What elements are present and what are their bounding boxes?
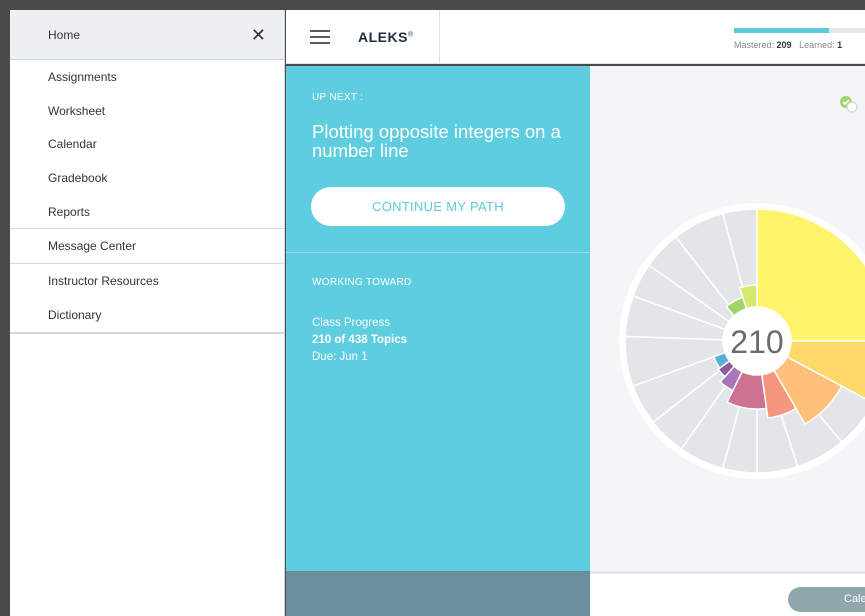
sidebar-item-gradebook[interactable]: Gradebook xyxy=(10,161,284,195)
hamburger-menu-icon[interactable] xyxy=(310,30,330,44)
learned-value: 1 xyxy=(837,40,843,50)
mastery-progress-bar xyxy=(734,28,865,33)
sidebar-item-reports[interactable]: Reports xyxy=(10,195,284,229)
panel-footer xyxy=(286,571,590,616)
sidebar: Home ✕ Assignments Worksheet Calendar Gr… xyxy=(10,10,285,616)
class-progress-label: Class Progress xyxy=(312,317,390,329)
learning-path-panel: UP NEXT : Plotting opposite integers on … xyxy=(286,66,590,571)
sidebar-item-instructor-resources[interactable]: Instructor Resources xyxy=(10,264,284,298)
sidebar-group-messages: Message Center xyxy=(10,229,284,265)
mastery-summary: Mastered: 209 Learned: 1 xyxy=(734,40,842,50)
pie-center-value: 210 xyxy=(730,324,783,360)
close-icon[interactable]: ✕ xyxy=(251,26,266,44)
mastered-value: 209 xyxy=(776,40,792,50)
continue-my-path-button[interactable]: CONTINUE MY PATH xyxy=(311,187,565,226)
aleks-logo: ALEKS® xyxy=(358,29,414,45)
sidebar-item-worksheet[interactable]: Worksheet xyxy=(10,94,284,128)
divider xyxy=(439,10,440,64)
top-bar: ALEKS® Mastered: 209 Learned: 1 xyxy=(286,10,865,64)
sidebar-group-main: Assignments Worksheet Calendar Gradebook… xyxy=(10,60,284,230)
mastery-progress-fill xyxy=(734,28,830,33)
sidebar-item-home[interactable]: Home xyxy=(48,28,80,42)
sidebar-item-calendar[interactable]: Calendar xyxy=(10,127,284,161)
up-next-label: UP NEXT : xyxy=(312,92,364,103)
mastered-label: Mastered: xyxy=(734,40,775,50)
divider xyxy=(286,252,590,253)
learned-label: Learned: xyxy=(799,40,835,50)
sidebar-item-message-center[interactable]: Message Center xyxy=(10,229,284,263)
sidebar-header: Home ✕ xyxy=(10,10,284,60)
bottom-strip: Calendar xyxy=(590,571,865,616)
check-circle-icon[interactable] xyxy=(838,94,860,116)
class-progress-topics: 210 of 438 Topics xyxy=(312,334,408,346)
calendar-button[interactable]: Calendar xyxy=(788,587,865,612)
sidebar-item-assignments[interactable]: Assignments xyxy=(10,60,284,94)
sidebar-item-dictionary[interactable]: Dictionary xyxy=(10,298,284,332)
pie-chart-container: 210 xyxy=(590,66,865,571)
mastery-pie-chart[interactable]: 210 xyxy=(590,66,865,571)
sidebar-group-resources: Instructor Resources Dictionary xyxy=(10,264,284,334)
next-topic-title: Plotting opposite integers on a number l… xyxy=(312,121,561,161)
due-date: Due: Jun 1 xyxy=(312,351,368,363)
working-toward-label: WORKING TOWARD xyxy=(312,277,412,288)
